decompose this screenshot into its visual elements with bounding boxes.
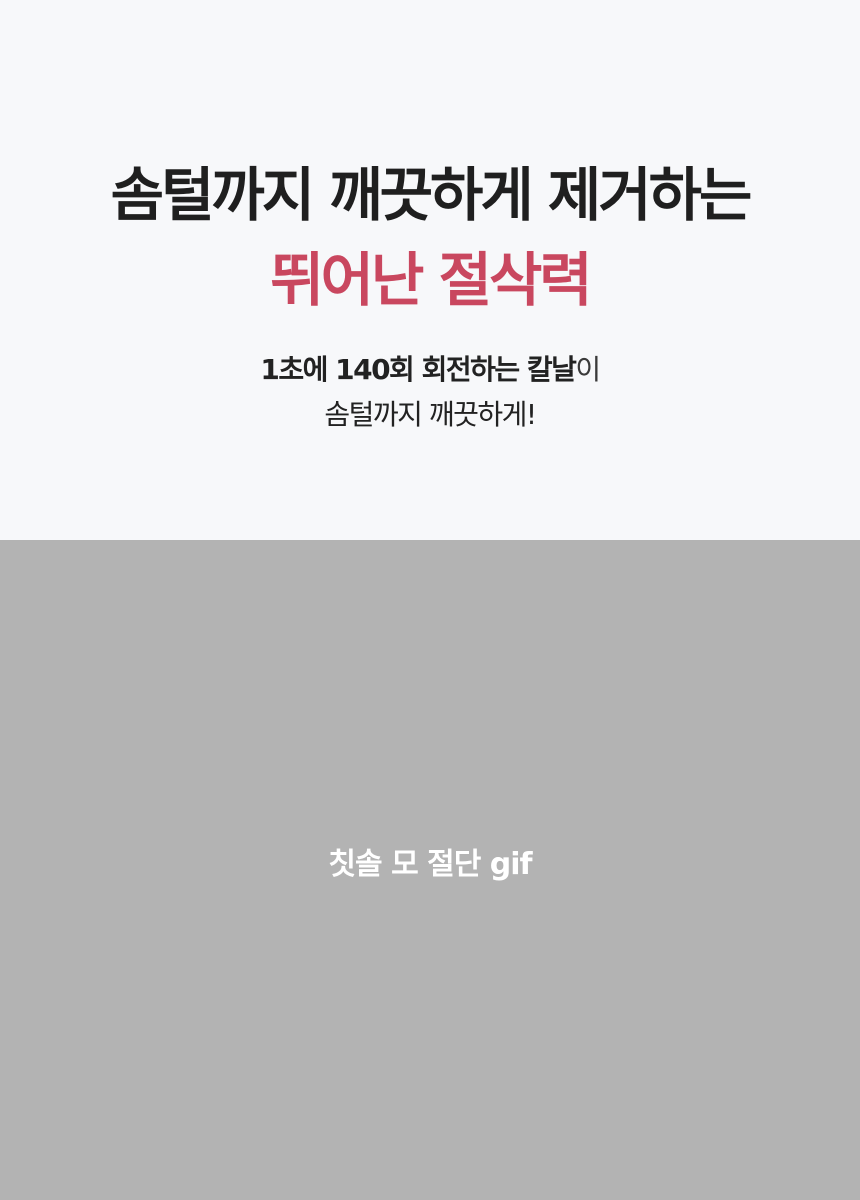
headline-line-2-accent: 뛰어난 절삭력 bbox=[270, 246, 592, 314]
hero-section: 솜털까지 깨끗하게 제거하는 뛰어난 절삭력 1초에 140회 회전하는 칼날이… bbox=[0, 0, 860, 540]
subheading-line-1: 1초에 140회 회전하는 칼날이 bbox=[0, 352, 860, 388]
headline-line-1: 솜털까지 깨끗하게 제거하는 bbox=[110, 161, 753, 229]
subheading-line-2: 솜털까지 깨끗하게! bbox=[324, 398, 537, 431]
subheading-particle: 이 bbox=[575, 353, 601, 386]
gif-placeholder-label: 칫솔 모 절단 gif bbox=[328, 847, 532, 882]
subheading-bold-text: 1초에 140회 회전하는 칼날 bbox=[260, 353, 577, 386]
gif-placeholder: 칫솔 모 절단 gif bbox=[0, 540, 860, 1200]
product-detail-page: 솜털까지 깨끗하게 제거하는 뛰어난 절삭력 1초에 140회 회전하는 칼날이… bbox=[0, 0, 860, 1200]
